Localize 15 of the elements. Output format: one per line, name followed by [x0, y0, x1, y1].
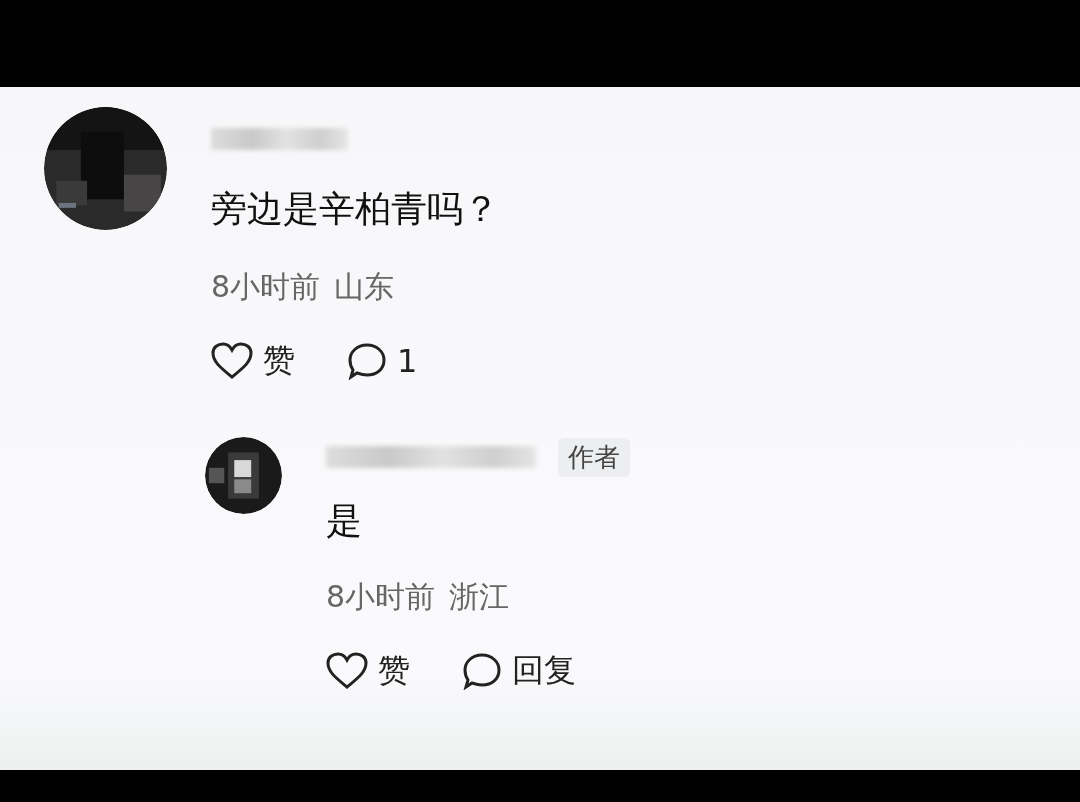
like-label[interactable]: 赞: [263, 339, 295, 383]
comment-time: 8小时前: [326, 579, 436, 615]
comment-icon[interactable]: [462, 652, 502, 690]
comment-time: 8小时前: [211, 269, 321, 305]
reply-count[interactable]: 1: [397, 342, 418, 380]
comment-location: 山东: [334, 269, 395, 305]
heart-icon[interactable]: [326, 652, 368, 690]
author-badge: 作者: [558, 437, 630, 477]
reply-label[interactable]: 回复: [512, 649, 576, 693]
heart-icon[interactable]: [211, 342, 253, 380]
like-label[interactable]: 赞: [378, 649, 410, 693]
comment-location: 浙江: [449, 579, 510, 615]
comment-text: 旁边是辛柏青吗？: [211, 187, 499, 231]
comment-icon[interactable]: [347, 342, 387, 380]
comment-text: 是: [326, 499, 363, 543]
